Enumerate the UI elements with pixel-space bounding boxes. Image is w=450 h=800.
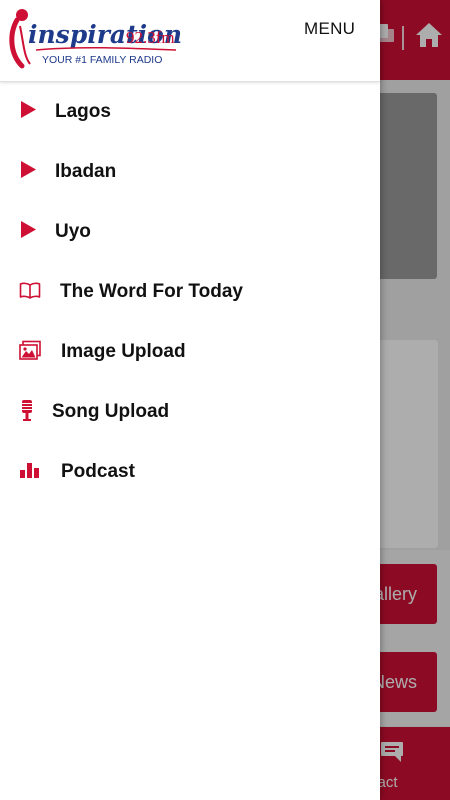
menu-item-label: Podcast [61,461,135,482]
navigation-drawer: inspiration 92.3fm YOUR #1 FAMILY RADIO … [0,0,380,800]
play-icon [21,101,36,118]
drawer-header: inspiration 92.3fm YOUR #1 FAMILY RADIO … [0,0,380,82]
microphone-icon [22,400,32,421]
image-icon [19,340,41,360]
menu-item-label: Image Upload [61,341,186,362]
menu-item-uyo[interactable]: Uyo [0,202,380,262]
menu-item-label: Ibadan [55,161,117,182]
book-icon [19,282,41,299]
drawer-menu-list: Lagos Ibadan Uyo The Word For Today Imag… [0,82,380,502]
inspiration-logo[interactable]: inspiration 92.3fm YOUR #1 FAMILY RADIO [8,6,184,72]
menu-item-podcast[interactable]: Podcast [0,442,380,502]
menu-item-image-upload[interactable]: Image Upload [0,322,380,382]
play-icon [21,161,36,178]
menu-item-ibadan[interactable]: Ibadan [0,142,380,202]
menu-item-label: Lagos [55,101,111,122]
menu-item-word-for-today[interactable]: The Word For Today [0,262,380,322]
menu-item-song-upload[interactable]: Song Upload [0,382,380,442]
logo-frequency-text: 92.3fm [126,28,175,47]
logo-tagline-text: YOUR #1 FAMILY RADIO [42,54,162,66]
menu-item-label: Uyo [55,221,91,242]
menu-item-label: The Word For Today [60,281,243,302]
menu-title: MENU [304,19,356,38]
menu-item-lagos[interactable]: Lagos [0,82,380,142]
bar-chart-icon [20,463,39,478]
menu-item-label: Song Upload [52,401,170,422]
play-icon [21,221,36,238]
